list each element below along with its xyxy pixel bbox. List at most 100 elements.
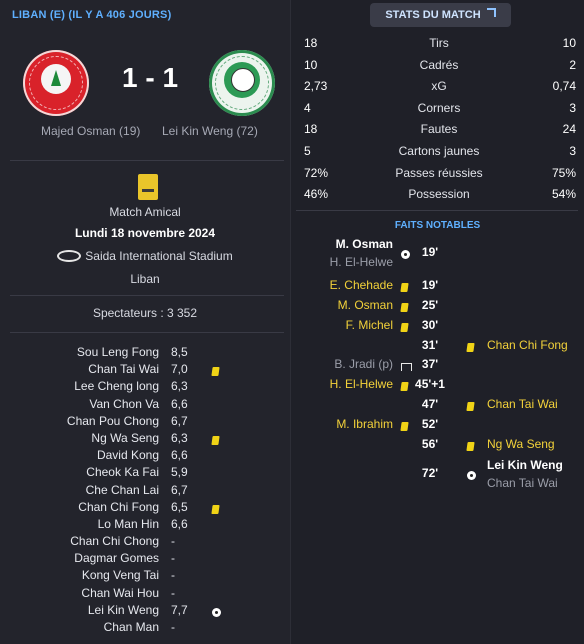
event-player[interactable]: M. Osman <box>338 298 393 312</box>
player-name[interactable]: Chan Wai Hou <box>81 586 159 600</box>
player-rating: - <box>171 551 175 566</box>
goal-ball-icon <box>212 607 221 617</box>
yellow-card-icon <box>466 343 475 352</box>
event-assist[interactable]: H. El-Helwe <box>330 255 393 269</box>
event-player[interactable]: Chan Tai Wai <box>487 397 558 411</box>
player-rating: 6,3 <box>171 430 188 445</box>
event-player[interactable]: M. Ibrahim <box>336 417 393 431</box>
player-event-icon-wrap <box>211 434 220 448</box>
player-row[interactable]: Chan Man - <box>0 619 290 636</box>
event-player[interactable]: Ng Wa Seng <box>487 437 555 451</box>
player-row[interactable]: Lee Cheng long 6,3 <box>0 378 290 395</box>
player-row[interactable]: Chan Pou Chong 6,7 <box>0 413 290 430</box>
stat-row: Tirs 18 10 <box>300 35 578 56</box>
stadium-name: Saida International Stadium <box>85 249 233 263</box>
player-name[interactable]: Sou Leng Fong <box>77 345 159 359</box>
event-player[interactable]: H. El-Helwe <box>330 377 393 391</box>
player-name[interactable]: Chan Chi Fong <box>78 500 159 514</box>
player-name[interactable]: Van Chon Va <box>89 397 159 411</box>
event-player[interactable]: Chan Chi Fong <box>487 338 568 352</box>
player-row[interactable]: Lo Man Hin 6,6 <box>0 516 290 533</box>
player-name[interactable]: Cheok Ka Fai <box>86 465 159 479</box>
player-row[interactable]: Sou Leng Fong 8,5 <box>0 344 290 361</box>
player-row[interactable]: Van Chon Va 6,6 <box>0 396 290 413</box>
player-rating: 6,6 <box>171 448 188 463</box>
fifa-badge-icon <box>138 174 158 200</box>
match-stats-button[interactable]: STATS DU MATCH <box>370 3 511 27</box>
player-event-icon-wrap <box>212 606 221 620</box>
stat-home-value: 18 <box>304 122 318 137</box>
event-minute: 37' <box>421 357 439 371</box>
event-icon-wrap <box>400 301 409 315</box>
event-player[interactable]: F. Michel <box>346 318 393 332</box>
player-rating: 6,3 <box>171 379 188 394</box>
home-scorer[interactable]: Majed Osman (19) <box>41 124 140 138</box>
player-row[interactable]: Chan Tai Wai 7,0 <box>0 361 290 378</box>
event-player[interactable]: M. Osman <box>336 237 393 251</box>
stat-away-value: 54% <box>551 187 576 202</box>
stat-away-value: 75% <box>551 165 576 180</box>
stadium-row[interactable]: Saida International Stadium <box>0 249 290 263</box>
player-row[interactable]: Kong Veng Tai - <box>0 567 290 584</box>
player-ratings-list: Sou Leng Fong 8,5 Chan Tai Wai 7,0 Lee Cheng… <box>0 344 290 636</box>
player-row[interactable]: Che Chan Lai 6,7 <box>0 482 290 499</box>
event-player[interactable]: E. Chehade <box>330 278 393 292</box>
event-minute: 47' <box>421 397 439 411</box>
player-row[interactable]: David Kong 6,6 <box>0 447 290 464</box>
stat-row: Cartons jaunes 5 3 <box>300 143 578 164</box>
spectators: Spectateurs : 3 352 <box>92 306 198 320</box>
stat-away-value: 3 <box>569 100 576 115</box>
stat-label: xG <box>431 79 447 94</box>
stat-away-value: 3 <box>569 144 576 158</box>
player-row[interactable]: Chan Chi Chong - <box>0 533 290 550</box>
event-player[interactable]: Lei Kin Weng <box>487 458 563 472</box>
yellow-card-icon <box>211 504 220 514</box>
event-icon-wrap <box>466 440 475 454</box>
stat-row: xG 2,73 0,74 <box>300 78 578 99</box>
event-player[interactable]: B. Jradi (p) <box>334 357 393 371</box>
macau-crest-icon[interactable] <box>209 50 275 116</box>
stat-home-value: 10 <box>304 57 318 72</box>
event-icon-wrap <box>401 360 412 374</box>
competition-label[interactable]: Match Amical <box>0 205 290 219</box>
stat-home-value: 46% <box>304 187 329 202</box>
player-name[interactable]: Lo Man Hin <box>98 517 159 531</box>
stat-away-value: 24 <box>562 122 576 137</box>
yellow-card-icon <box>466 442 475 451</box>
event-minute: 31' <box>421 338 439 352</box>
away-scorer[interactable]: Lei Kin Weng (72) <box>162 124 258 138</box>
player-name[interactable]: Dagmar Gomes <box>74 551 159 565</box>
player-name[interactable]: Chan Pou Chong <box>67 414 159 428</box>
player-name[interactable]: Che Chan Lai <box>86 483 159 497</box>
yellow-card-icon <box>400 323 409 332</box>
player-name[interactable]: Ng Wa Seng <box>91 431 159 445</box>
divider <box>296 210 578 211</box>
expand-icon <box>486 8 496 17</box>
player-rating: - <box>171 568 175 583</box>
player-row[interactable]: Dagmar Gomes - <box>0 550 290 567</box>
stat-label: Tirs <box>429 36 449 50</box>
player-name[interactable]: David Kong <box>97 448 159 462</box>
player-row[interactable]: Ng Wa Seng 6,3 <box>0 430 290 447</box>
event-icon-wrap <box>466 400 475 414</box>
player-name[interactable]: Lei Kin Weng <box>88 603 159 617</box>
player-row[interactable]: Cheok Ka Fai 5,9 <box>0 464 290 481</box>
event-icon-wrap <box>400 321 409 335</box>
player-row[interactable]: Chan Chi Fong 6,5 <box>0 499 290 516</box>
stat-home-value: 72% <box>304 165 329 180</box>
player-name[interactable]: Chan Man <box>104 620 159 634</box>
events-title: FAITS NOTABLES <box>394 220 481 231</box>
player-name[interactable]: Chan Tai Wai <box>88 362 159 376</box>
stat-away-value: 2 <box>569 57 576 72</box>
player-row[interactable]: Chan Wai Hou - <box>0 585 290 602</box>
penalty-miss-icon <box>401 363 412 371</box>
stat-label: Passes réussies <box>395 165 483 180</box>
lebanon-crest-icon[interactable] <box>23 50 89 116</box>
yellow-card-icon <box>466 402 475 411</box>
player-name[interactable]: Chan Chi Chong <box>70 534 159 548</box>
event-assist[interactable]: Chan Tai Wai <box>487 476 558 490</box>
event-minute: 52' <box>421 417 439 431</box>
player-row[interactable]: Lei Kin Weng 7,7 <box>0 602 290 619</box>
player-name[interactable]: Lee Cheng long <box>74 379 159 393</box>
player-name[interactable]: Kong Veng Tai <box>82 568 159 582</box>
